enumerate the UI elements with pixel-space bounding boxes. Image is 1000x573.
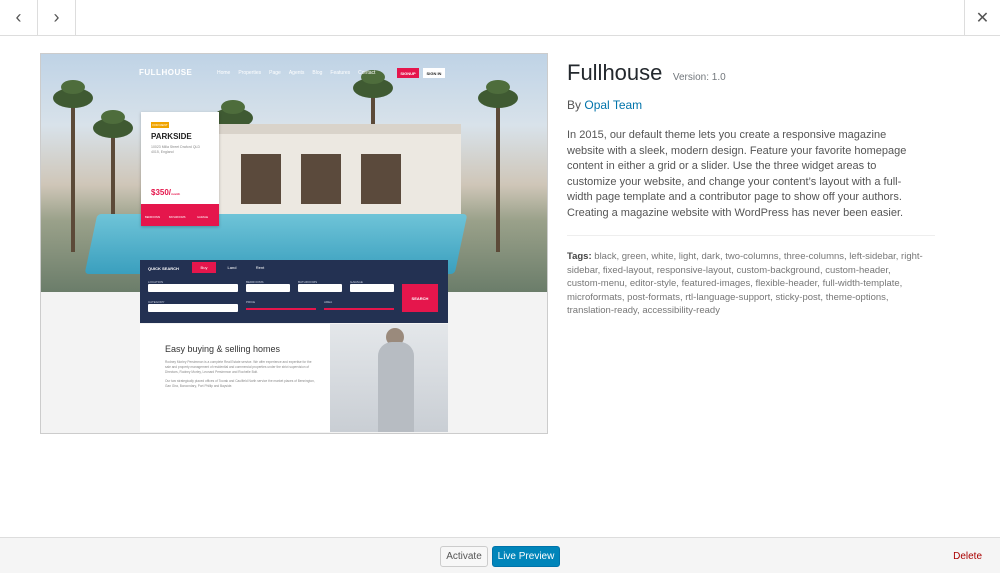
tags-list: black, green, white, light, dark, two-co…	[567, 251, 923, 316]
status-badge: FOR RENT	[151, 122, 169, 128]
modal-header: ‹ › ✕	[0, 0, 1000, 36]
bathrooms-field	[298, 284, 342, 292]
palm-tree	[478, 80, 518, 252]
previous-theme-button[interactable]: ‹	[0, 0, 38, 35]
palm-tree	[53, 80, 93, 252]
live-preview-button[interactable]: Live Preview	[492, 546, 560, 567]
property-features: BEDROOMS BATHROOMS GARAGE	[141, 204, 219, 226]
price-range-slider	[246, 308, 316, 310]
divider	[567, 235, 935, 236]
house	[211, 124, 461, 214]
area-range-slider	[324, 308, 394, 310]
theme-tags: Tags: black, green, white, light, dark, …	[567, 250, 927, 318]
tab-buy: Buy	[192, 262, 216, 273]
bedrooms-field	[246, 284, 290, 292]
chevron-right-icon: ›	[53, 7, 60, 27]
about-text: Rodney Morley Persimmon is a complete Re…	[165, 360, 315, 388]
garage-field	[350, 284, 394, 292]
theme-version: Version: 1.0	[672, 72, 726, 83]
property-title: PARKSIDE	[151, 132, 192, 141]
site-nav-item: Contact	[358, 70, 376, 76]
theme-actions: Activate Live Preview Delete	[0, 537, 1000, 573]
site-nav-item: Home	[217, 70, 231, 76]
property-address: 10023 Milla Street Draford QLD 4015, Eng…	[151, 145, 201, 154]
site-nav-item: Features	[330, 70, 351, 76]
close-icon: ✕	[975, 9, 990, 27]
close-button[interactable]: ✕	[964, 0, 1000, 35]
location-field	[148, 284, 238, 292]
quick-search-panel: QUICK SEARCH Buy Land Rent LOCATION BEDR…	[140, 260, 448, 323]
theme-description: In 2015, our default theme lets you crea…	[567, 129, 907, 219]
hero-image: FULLHOUSE Home Properties Page Agents Blog Fe…	[41, 54, 547, 292]
tab-rent: Rent	[255, 265, 265, 270]
site-nav-item: Blog	[312, 70, 323, 76]
next-theme-button[interactable]: ›	[38, 0, 76, 35]
signin-button: SIGN IN	[423, 68, 445, 78]
about-section: Easy buying & selling homes Rodney Morle…	[140, 324, 448, 432]
site-nav-item: Properties	[238, 70, 262, 76]
site-nav-item: Page	[269, 70, 281, 76]
tags-label: Tags:	[567, 251, 592, 262]
theme-info: Fullhouse Version: 1.0 By Opal Team In 2…	[567, 60, 937, 318]
activate-button[interactable]: Activate	[440, 546, 488, 567]
theme-screenshot: FULLHOUSE Home Properties Page Agents Blog Fe…	[40, 53, 548, 434]
quick-search-heading: QUICK SEARCH	[148, 266, 179, 271]
property-price: $350/month	[151, 188, 181, 197]
category-field	[148, 304, 238, 312]
search-button: SEARCH	[402, 284, 438, 312]
property-card: FOR RENT PARKSIDE 10023 Milla Street Dra…	[141, 112, 219, 226]
theme-author: By Opal Team	[567, 98, 643, 112]
businessman-image	[330, 324, 448, 432]
tab-land: Land	[227, 265, 237, 270]
delete-link[interactable]: Delete	[953, 551, 982, 562]
author-link[interactable]: Opal Team	[584, 98, 642, 112]
theme-name: Fullhouse	[567, 60, 663, 85]
chevron-left-icon: ‹	[15, 7, 22, 27]
site-nav-item: Agents	[288, 70, 305, 76]
signup-button: SIGNUP	[397, 68, 419, 78]
about-heading: Easy buying & selling homes	[165, 344, 281, 354]
